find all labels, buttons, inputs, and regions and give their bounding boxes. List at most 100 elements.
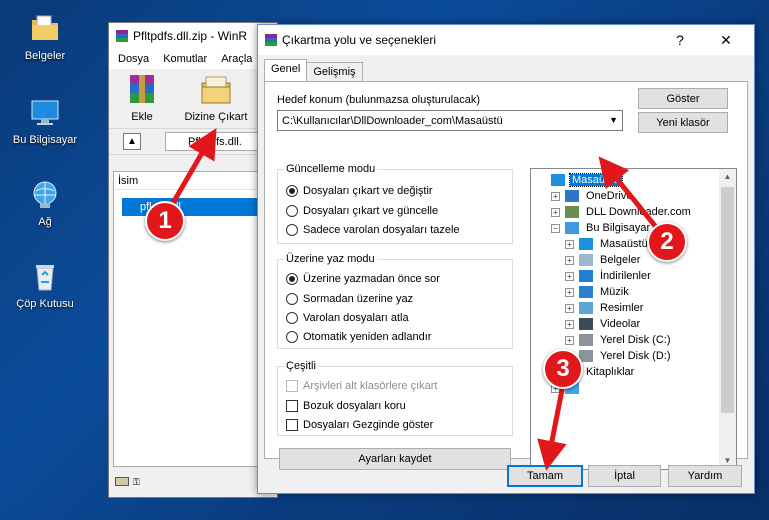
menu-commands[interactable]: Komutlar — [163, 53, 207, 65]
winrar-title: Pfltpdfs.dll.zip - WinR — [133, 29, 248, 43]
tree-expander-icon[interactable]: + — [565, 319, 574, 329]
tree-expander-icon[interactable]: − — [551, 223, 560, 233]
add-archive-icon — [124, 73, 160, 107]
radio-button[interactable] — [286, 205, 298, 217]
tree-node-label: Resimler — [600, 302, 644, 314]
desktop-icon-label: Belgeler — [24, 50, 66, 62]
overwrite-mode-option[interactable]: Sormadan üzerine yaz — [286, 293, 413, 305]
desktop-icon-documents[interactable]: Belgeler — [0, 12, 90, 62]
chevron-down-icon[interactable]: ▼ — [609, 115, 618, 125]
scroll-up-icon[interactable]: ▲ — [719, 169, 736, 185]
tree-node[interactable]: + Belgeler — [565, 252, 642, 268]
desktop-icon — [578, 237, 594, 251]
misc-title: Çeşitli — [284, 360, 318, 372]
desktop-icon-label: Ağ — [38, 216, 52, 228]
tree-node-label: OneDrive — [586, 190, 633, 202]
new-folder-button[interactable]: Yeni klasör — [638, 112, 728, 133]
desktop-icon-this-pc[interactable]: Bu Bilgisayar — [0, 96, 90, 146]
tree-node[interactable]: + DLL Downloader.com — [551, 204, 693, 220]
desktop-icon-network[interactable]: Ağ — [0, 178, 90, 228]
show-button[interactable]: Göster — [638, 88, 728, 109]
cancel-button[interactable]: İptal — [588, 465, 661, 487]
tree-node[interactable]: + Müzik — [565, 284, 631, 300]
destination-path-combo[interactable]: C:\Kullanıcılar\DllDownloader_com\Masaüs… — [277, 110, 623, 131]
winrar-logo-icon — [115, 29, 129, 43]
file-row[interactable]: pfl dll — [122, 198, 257, 216]
tree-node[interactable]: + Videolar — [565, 316, 642, 332]
checkbox[interactable] — [286, 419, 298, 431]
misc-option[interactable]: Dosyaları Gezginde göster — [286, 419, 433, 431]
tree-node[interactable]: + Masaüstü — [565, 236, 650, 252]
desktop-icon-label: Çöp Kutusu — [16, 298, 74, 310]
update-mode-group: Güncelleme modu Dosyaları çıkart ve deği… — [277, 163, 513, 244]
tree-node[interactable]: + Yerel Disk (C:) — [565, 332, 673, 348]
radio-button[interactable] — [286, 331, 298, 343]
tree-expander-icon[interactable]: + — [565, 255, 574, 265]
overwrite-mode-option[interactable]: Otomatik yeniden adlandır — [286, 331, 431, 343]
ok-button[interactable]: Tamam — [507, 465, 583, 487]
tree-expander-icon[interactable]: + — [565, 303, 574, 313]
help-title-button[interactable]: ? — [658, 25, 702, 55]
tree-node[interactable]: − Bu Bilgisayar — [551, 220, 652, 236]
radio-button[interactable] — [286, 293, 298, 305]
tab-advanced[interactable]: Gelişmiş — [306, 62, 363, 81]
user-icon — [564, 205, 580, 219]
tree-expander-icon[interactable]: + — [551, 207, 560, 217]
tree-node-label: Yerel Disk (D:) — [600, 350, 671, 362]
tree-node-label: Masaüstü — [569, 173, 623, 187]
overwrite-mode-title: Üzerine yaz modu — [284, 253, 377, 265]
tree-node[interactable]: + Resimler — [565, 300, 645, 316]
winrar-file-list[interactable]: İsim pfl dll — [113, 171, 263, 467]
winrar-address-bar: ▲ Pfltpdfs.dll. — [109, 129, 277, 155]
tree-expander-icon[interactable]: + — [565, 287, 574, 297]
tree-node[interactable]: + OneDrive — [551, 188, 634, 204]
column-header-name[interactable]: İsim — [114, 172, 262, 190]
update-mode-option[interactable]: Dosyaları çıkart ve güncelle — [286, 205, 438, 217]
tree-node-label: Kitaplıklar — [586, 366, 635, 378]
winrar-window: Pfltpdfs.dll.zip - WinR Dosya Komutlar A… — [108, 22, 278, 498]
folder-tree[interactable]: ▲ ▼ Masaüstü + OneDrive + DLL Downloader.com… — [530, 168, 737, 470]
menu-file[interactable]: Dosya — [118, 53, 149, 65]
tree-scrollbar[interactable]: ▲ ▼ — [719, 169, 736, 469]
desktop-icon-label: Bu Bilgisayar — [12, 134, 78, 146]
extract-to-button[interactable]: Dizine Çıkart — [177, 73, 255, 123]
desktop-icon-recycle-bin[interactable]: Çöp Kutusu — [0, 260, 90, 310]
radio-button[interactable] — [286, 273, 298, 285]
checkbox[interactable] — [286, 400, 298, 412]
winrar-titlebar[interactable]: Pfltpdfs.dll.zip - WinR — [109, 23, 277, 49]
music-icon — [578, 285, 594, 299]
radio-button[interactable] — [286, 185, 298, 197]
downloads-icon — [578, 269, 594, 283]
tree-node[interactable]: + İndirilenler — [565, 268, 653, 284]
tab-general[interactable]: Genel — [264, 59, 308, 82]
overwrite-mode-option[interactable]: Üzerine yazmadan önce sor — [286, 273, 440, 285]
save-settings-button[interactable]: Ayarları kaydet — [279, 448, 511, 470]
menu-tools[interactable]: Araçla — [221, 53, 252, 65]
extract-to-button-label: Dizine Çıkart — [184, 111, 248, 123]
help-button[interactable]: Yardım — [668, 465, 742, 487]
checkbox — [286, 380, 298, 392]
computer-icon — [28, 96, 62, 130]
add-button[interactable]: Ekle — [117, 73, 167, 123]
up-folder-icon[interactable]: ▲ — [123, 133, 141, 150]
tree-expander-icon[interactable]: + — [551, 191, 560, 201]
update-mode-option[interactable]: Sadece varolan dosyaları tazele — [286, 224, 460, 236]
tree-node-label: Masaüstü — [600, 238, 648, 250]
scroll-thumb[interactable] — [721, 187, 734, 413]
radio-button[interactable] — [286, 312, 298, 324]
tree-expander-icon[interactable]: + — [565, 335, 574, 345]
tree-expander-icon[interactable]: + — [565, 239, 574, 249]
documents-icon — [578, 253, 594, 267]
overwrite-mode-group: Üzerine yaz modu Üzerine yazmadan önce s… — [277, 253, 513, 349]
radio-button[interactable] — [286, 224, 298, 236]
desktop-icon — [550, 173, 566, 187]
update-mode-option[interactable]: Dosyaları çıkart ve değiştir — [286, 185, 433, 197]
overwrite-mode-option[interactable]: Varolan dosyaları atla — [286, 312, 409, 324]
close-button[interactable]: ✕ — [704, 25, 748, 55]
tree-node[interactable]: Masaüstü — [537, 172, 623, 188]
tree-expander-icon[interactable]: + — [565, 271, 574, 281]
videos-icon — [578, 317, 594, 331]
dialog-titlebar[interactable]: Çıkartma yolu ve seçenekleri ? ✕ — [258, 25, 754, 55]
misc-option[interactable]: Bozuk dosyaları koru — [286, 400, 406, 412]
dialog-tabs: Genel Gelişmiş — [264, 59, 363, 82]
